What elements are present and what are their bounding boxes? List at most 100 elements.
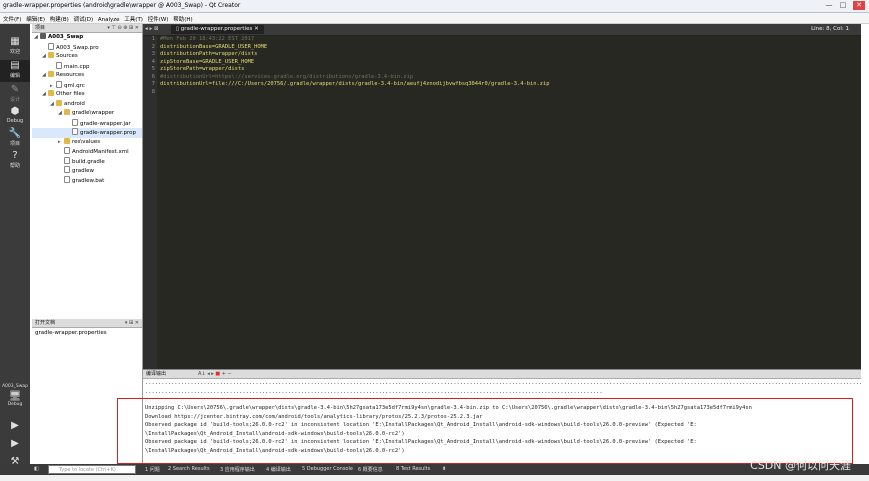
pane-search-results[interactable]: 2 Search Results — [168, 466, 210, 472]
file-icon — [64, 156, 70, 164]
line-number: 3 — [151, 51, 155, 57]
file-icon — [64, 175, 70, 183]
projects-pane-header: 项目 ▾ ⊤ ⊖ ⊕ ⊞ ✕ — [32, 24, 142, 33]
pane-test-results[interactable]: 8 Test Results — [396, 466, 430, 472]
locator-input[interactable]: Type to locate (Ctrl+K) — [48, 465, 136, 474]
folder-icon — [64, 109, 70, 115]
open-documents-title: 打开文档 — [35, 320, 56, 326]
maximize-button[interactable]: □ — [837, 1, 849, 10]
kit-selector[interactable]: A003_Swap 🖥 Debug — [0, 384, 30, 407]
menu-analyze[interactable]: Analyze — [98, 17, 120, 23]
pane-tools-icon[interactable]: ▾ ⊤ ⊖ ⊕ ⊞ ✕ — [107, 24, 139, 32]
close-tab-icon[interactable]: ✕ — [254, 26, 259, 32]
open-documents-pane: 打开文档 ▾ ⊞ ✕ gradle-wrapper.properties — [32, 319, 142, 336]
line-number: 1 — [151, 36, 155, 42]
mode-label: 项目 — [9, 141, 20, 147]
watermark: CSDN @何以问天涯 — [750, 459, 851, 472]
code-line: 6 #distributionUrl=https\://services.grad… — [143, 74, 549, 82]
tree-item-label: Other files — [56, 91, 85, 97]
menu-file[interactable]: 文件(F) — [3, 15, 21, 23]
folder-icon — [48, 90, 54, 96]
line-text: distributionPath=wrapper/dists — [160, 51, 258, 57]
highlight-box — [117, 398, 853, 464]
editor-tabbar: ◂ ▸ ⊠ ▯ gradle-wrapper.properties ✕ Line… — [143, 24, 861, 36]
cursor-position: Line: 8, Col: 1 — [811, 26, 849, 32]
line-number: 7 — [151, 81, 155, 87]
project-tree: ◢ A003_Swap A003_Swap.pro ◢ Sources main.cpp ◢… — [32, 33, 142, 185]
menu-help[interactable]: 帮助(H) — [173, 15, 192, 23]
pane-compile-output[interactable]: 4 编译输出 — [266, 466, 291, 473]
tree-item[interactable]: ▸ res\values — [32, 137, 142, 148]
run-icon: ▶ — [11, 420, 19, 431]
mode-label: 帮助 — [9, 163, 20, 169]
pane-menu-icon[interactable]: ⬍ — [442, 466, 446, 472]
tree-item[interactable]: ◢ Other files — [32, 90, 142, 100]
tree-item[interactable]: build.gradle — [32, 156, 142, 167]
tree-item-label: res\values — [72, 138, 101, 145]
mode-label: 欢迎 — [9, 49, 20, 55]
folder-icon — [48, 71, 54, 77]
tree-item[interactable]: gradle-wrapper.prop — [32, 128, 142, 138]
tree-item-label: android — [64, 100, 85, 107]
menu-bar: 文件(F) 编辑(E) 构建(B) 调试(D) Analyze 工具(T) 控件… — [0, 13, 869, 24]
menu-build[interactable]: 构建(B) — [50, 15, 69, 23]
pane-issues[interactable]: 1 问题 — [145, 466, 160, 473]
close-button[interactable]: ✕ — [853, 1, 865, 10]
tree-item[interactable]: ◢ A003_Swap — [32, 33, 142, 43]
tree-item[interactable]: A003_Swap.pro — [32, 42, 142, 53]
mode-projects[interactable]: 🔧 项目 — [0, 128, 30, 150]
tree-item[interactable]: ▸ qml.qrc — [32, 80, 142, 91]
tree-item[interactable]: ◢ Resources — [32, 71, 142, 81]
pane-tools-icon[interactable]: ▾ ⊞ ✕ — [125, 319, 139, 327]
file-icon — [56, 80, 62, 88]
pane-debugger-console[interactable]: 5 Debugger Console — [302, 466, 353, 472]
code-line: 3 distributionPath=wrapper/dists — [143, 51, 549, 59]
stop-icon[interactable]: ■ — [215, 371, 220, 377]
code-line: 1 #Mon Feb 20 18:43:22 EST 2017 — [143, 36, 549, 44]
help-icon: ? — [12, 150, 18, 161]
tree-item-label: A003_Swap.pro — [56, 44, 99, 51]
tree-item[interactable]: ◢ android — [32, 99, 142, 110]
tree-item[interactable]: gradle-wrapper.jar — [32, 118, 142, 129]
menu-debug[interactable]: 调试(D) — [74, 15, 94, 23]
mode-edit[interactable]: ▤ 编辑 — [0, 60, 30, 82]
line-text: distributionUrl=file:///C:/Users/20756/.… — [160, 81, 550, 87]
mode-help[interactable]: ? 帮助 — [0, 150, 30, 172]
status-bar: ◧ Type to locate (Ctrl+K) 1 问题 2 Search … — [0, 464, 869, 475]
line-number: 2 — [151, 43, 155, 50]
edit-icon: ▤ — [10, 60, 20, 71]
tree-item-label: Resources — [56, 72, 85, 78]
line-text: #distributionUrl=https\://services.gradl… — [160, 73, 414, 80]
project-icon — [40, 33, 46, 39]
menu-tools[interactable]: 工具(T) — [124, 15, 143, 23]
pane-app-output[interactable]: 3 应用程序输出 — [220, 466, 255, 473]
tree-item-label: build.gradle — [72, 158, 105, 165]
editor-tab[interactable]: ▯ gradle-wrapper.properties ✕ — [171, 25, 264, 34]
output-tools[interactable]: A↓ ◂ ▸ ■ + − — [198, 370, 232, 378]
menu-window[interactable]: 控件(W) — [148, 15, 169, 23]
pane-general-messages[interactable]: 6 概要信息 — [358, 466, 383, 473]
tree-item[interactable]: main.cpp — [32, 61, 142, 72]
tree-item[interactable]: ◢ gradle\wrapper — [32, 109, 142, 119]
kit-mode-name: Debug — [7, 402, 23, 407]
code-line: 7 distributionUrl=file:///C:/Users/20756/… — [143, 81, 550, 89]
menu-edit[interactable]: 编辑(E) — [26, 15, 45, 23]
file-icon — [64, 147, 70, 154]
code-lines: 1 #Mon Feb 20 18:43:22 EST 2017 2 distribut… — [143, 36, 550, 96]
tree-item[interactable]: AndroidManifest.xml — [32, 147, 142, 157]
minimize-button[interactable]: — — [823, 1, 835, 10]
code-editor[interactable]: ◂ ▸ ⊠ ▯ gradle-wrapper.properties ✕ Line… — [143, 24, 861, 369]
toggle-sidebar-icon[interactable]: ◧ — [34, 466, 39, 472]
tree-item[interactable]: gradlew — [32, 166, 142, 176]
mode-design[interactable]: ✎ 设计 — [0, 84, 30, 106]
tree-item[interactable]: gradlew.bat — [32, 175, 142, 186]
mode-debug[interactable]: ⬢ Debug — [0, 106, 30, 128]
tree-item-label: gradlew — [72, 168, 95, 174]
compile-output-title: 编译输出 — [146, 371, 167, 377]
nav-arrows-icon[interactable]: ◂ ▸ ⊠ — [145, 25, 159, 34]
open-document-item[interactable]: gradle-wrapper.properties — [35, 330, 142, 336]
grid-icon: ▦ — [10, 36, 20, 47]
tree-item[interactable]: ◢ Sources — [32, 52, 142, 62]
line-number: 6 — [151, 73, 155, 80]
mode-welcome[interactable]: ▦ 欢迎 — [0, 36, 30, 58]
